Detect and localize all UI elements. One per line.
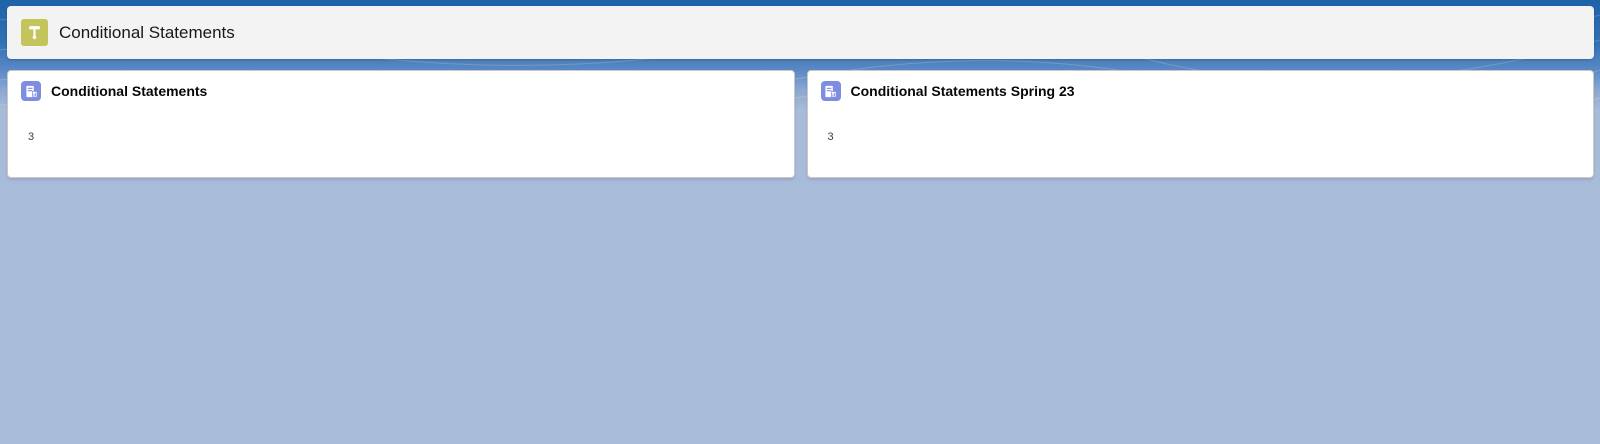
- page-header: Conditional Statements: [7, 6, 1594, 59]
- hammer-icon: [21, 19, 48, 46]
- card-grid: Conditional Statements 3 Conditional Sta…: [7, 70, 1594, 178]
- card-title-link[interactable]: Conditional Statements: [51, 83, 207, 99]
- card-header: Conditional Statements: [21, 81, 207, 101]
- card-value: 3: [827, 131, 834, 143]
- card-conditional-statements-spring-23: Conditional Statements Spring 23 3: [806, 70, 1594, 178]
- report-icon: [21, 81, 41, 101]
- report-icon: [820, 81, 841, 101]
- card-header: Conditional Statements Spring 23: [820, 81, 1075, 101]
- card-value: 3: [28, 131, 35, 143]
- page-title: Conditional Statements: [59, 22, 235, 42]
- card-conditional-statements: Conditional Statements 3: [7, 70, 795, 178]
- card-title-link[interactable]: Conditional Statements Spring 23: [851, 83, 1075, 99]
